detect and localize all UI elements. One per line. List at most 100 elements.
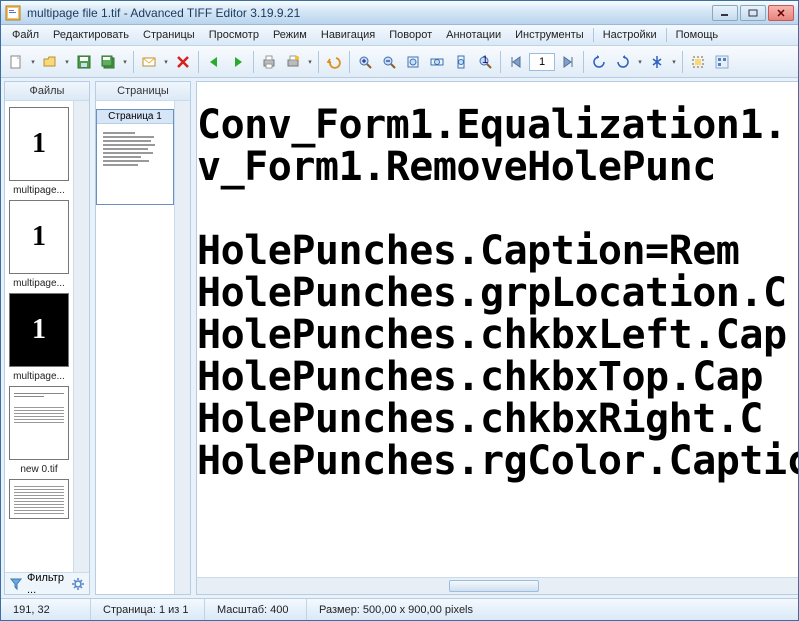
nav-last-button[interactable] (557, 51, 579, 73)
content-area: Файлы 1 multipage... 1 multipage... 1 mu… (1, 78, 798, 598)
menu-sep (666, 28, 667, 42)
zoom-in-button[interactable] (354, 51, 376, 73)
zoom-height-button[interactable] (450, 51, 472, 73)
minimize-button[interactable] (712, 5, 738, 21)
pages-body: Страница 1 (96, 101, 190, 594)
settings-button[interactable] (711, 51, 733, 73)
filter-bar: Фильтр ... (5, 572, 89, 594)
crop-button[interactable] (687, 51, 709, 73)
dropdown-icon[interactable]: ▾ (63, 58, 71, 66)
zoom-actual-button[interactable]: 1 (474, 51, 496, 73)
page-thumb-label: Страница 1 (97, 110, 173, 124)
dropdown-icon[interactable]: ▾ (29, 58, 37, 66)
save-button[interactable] (73, 51, 95, 73)
menu-view[interactable]: Просмотр (202, 27, 266, 43)
menu-rotate[interactable]: Поворот (382, 27, 439, 43)
toolbar-sep (682, 51, 683, 73)
flip-button[interactable] (646, 51, 668, 73)
file-thumb[interactable]: 1 (9, 293, 69, 367)
status-zoom: Масштаб: 400 (205, 599, 307, 620)
viewer-panel: Conv_Form1.Equalization1. v_Form1.Remove… (196, 81, 798, 595)
menu-mode[interactable]: Режим (266, 27, 314, 43)
scroll-thumb[interactable] (449, 580, 539, 592)
menu-sep (593, 28, 594, 42)
dropdown-icon[interactable]: ▾ (670, 58, 678, 66)
toolbar-sep (349, 51, 350, 73)
page-thumb[interactable]: Страница 1 (96, 109, 174, 205)
status-page: Страница: 1 из 1 (91, 599, 205, 620)
svg-text:1: 1 (482, 54, 488, 66)
file-thumb[interactable]: 1 (9, 107, 69, 181)
files-scrollbar[interactable] (73, 101, 89, 572)
horizontal-scrollbar[interactable] (197, 577, 798, 594)
file-label: new 0.tif (9, 464, 69, 475)
document-canvas[interactable]: Conv_Form1.Equalization1. v_Form1.Remove… (197, 82, 798, 577)
page-thumb-body (97, 124, 173, 204)
pages-header: Страницы (96, 82, 190, 101)
dropdown-icon[interactable]: ▾ (121, 58, 129, 66)
zoom-width-button[interactable] (426, 51, 448, 73)
nav-first-button[interactable] (505, 51, 527, 73)
menu-settings[interactable]: Настройки (596, 27, 664, 43)
gear-icon[interactable] (71, 577, 85, 591)
menu-edit[interactable]: Редактировать (46, 27, 136, 43)
dropdown-icon[interactable]: ▾ (306, 58, 314, 66)
toolbar: ▾ ▾ ▾ ▾ ▾ 1 ▾ ▾ (1, 46, 798, 78)
filter-icon[interactable] (9, 577, 23, 591)
statusbar: 191, 32 Страница: 1 из 1 Масштаб: 400 Ра… (1, 598, 798, 620)
toolbar-sep (198, 51, 199, 73)
undo-button[interactable] (323, 51, 345, 73)
document-text: Conv_Form1.Equalization1. v_Form1.Remove… (197, 82, 798, 577)
files-panel: Файлы 1 multipage... 1 multipage... 1 mu… (4, 81, 90, 595)
zoom-fit-button[interactable] (402, 51, 424, 73)
saveall-button[interactable] (97, 51, 119, 73)
zoom-out-button[interactable] (378, 51, 400, 73)
file-label: multipage... (9, 185, 69, 196)
print2-button[interactable] (282, 51, 304, 73)
new-button[interactable] (5, 51, 27, 73)
toolbar-sep (583, 51, 584, 73)
close-button[interactable] (768, 5, 794, 21)
menu-tools[interactable]: Инструменты (508, 27, 591, 43)
menubar: Файл Редактировать Страницы Просмотр Реж… (1, 25, 798, 46)
filter-label[interactable]: Фильтр ... (27, 572, 67, 596)
app-window: multipage file 1.tif - Advanced TIFF Edi… (0, 0, 799, 621)
status-size: Размер: 500,00 x 900,00 pixels (307, 599, 798, 620)
file-thumbs: 1 multipage... 1 multipage... 1 multipag… (5, 101, 73, 572)
menu-annot[interactable]: Аннотации (439, 27, 508, 43)
window-buttons (712, 5, 794, 21)
pages-scrollbar[interactable] (174, 101, 190, 594)
file-thumb[interactable] (9, 479, 69, 519)
maximize-button[interactable] (740, 5, 766, 21)
next-button[interactable] (227, 51, 249, 73)
print-button[interactable] (258, 51, 280, 73)
rotate-left-button[interactable] (588, 51, 610, 73)
toolbar-sep (318, 51, 319, 73)
file-thumb[interactable]: 1 (9, 200, 69, 274)
dropdown-icon[interactable]: ▾ (162, 58, 170, 66)
page-thumbs: Страница 1 (96, 101, 174, 594)
toolbar-sep (133, 51, 134, 73)
file-label: multipage... (9, 371, 69, 382)
toolbar-sep (500, 51, 501, 73)
files-header: Файлы (5, 82, 89, 101)
mail-button[interactable] (138, 51, 160, 73)
pages-panel: Страницы Страница 1 (95, 81, 191, 595)
menu-file[interactable]: Файл (5, 27, 46, 43)
open-button[interactable] (39, 51, 61, 73)
file-thumb[interactable] (9, 386, 69, 460)
window-title: multipage file 1.tif - Advanced TIFF Edi… (27, 6, 300, 20)
titlebar: multipage file 1.tif - Advanced TIFF Edi… (1, 1, 798, 25)
toolbar-sep (253, 51, 254, 73)
menu-nav[interactable]: Навигация (314, 27, 382, 43)
menu-pages[interactable]: Страницы (136, 27, 202, 43)
menu-help[interactable]: Помощь (669, 27, 726, 43)
file-label: multipage... (9, 278, 69, 289)
files-body: 1 multipage... 1 multipage... 1 multipag… (5, 101, 89, 572)
rotate-right-button[interactable] (612, 51, 634, 73)
dropdown-icon[interactable]: ▾ (636, 58, 644, 66)
app-icon (5, 5, 21, 21)
delete-button[interactable] (172, 51, 194, 73)
prev-button[interactable] (203, 51, 225, 73)
page-input[interactable] (529, 53, 555, 71)
